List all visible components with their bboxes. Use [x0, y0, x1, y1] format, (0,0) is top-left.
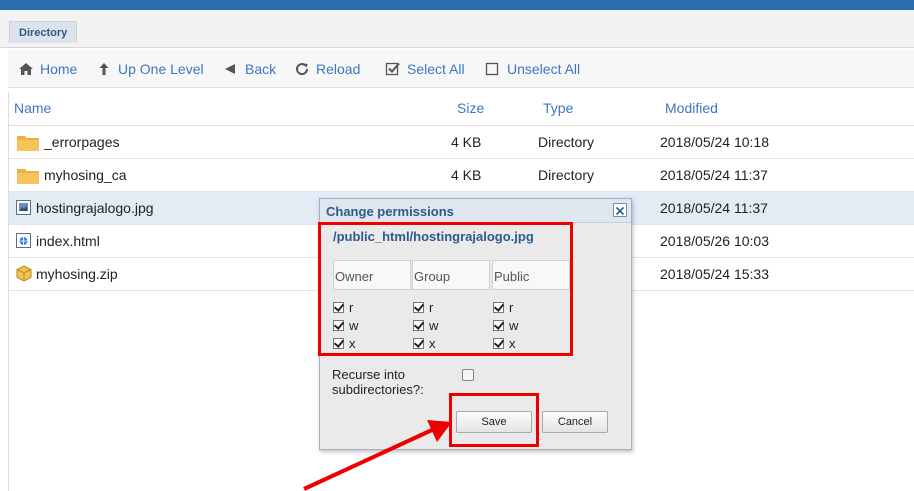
- annotation-arrow-icon: [303, 420, 452, 491]
